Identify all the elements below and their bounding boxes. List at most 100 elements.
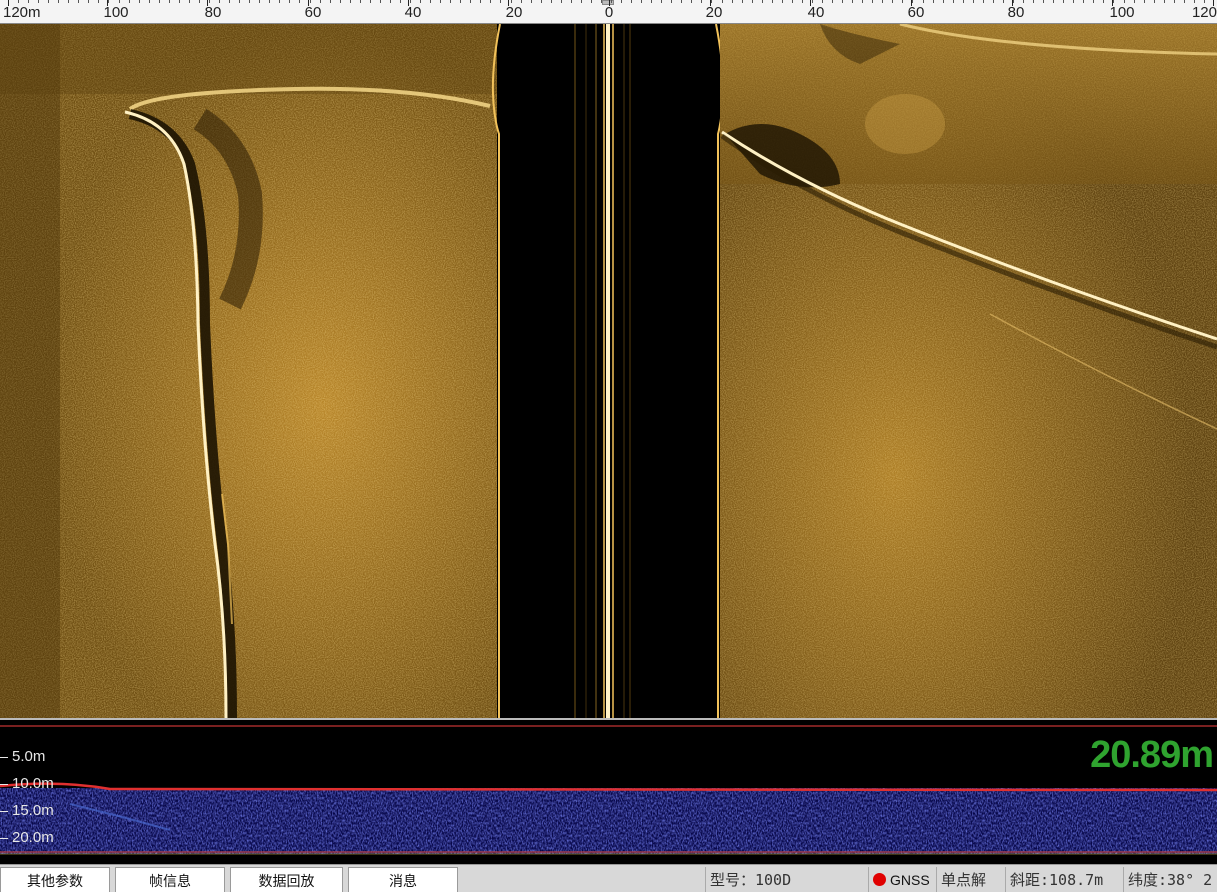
ruler-label: 80 xyxy=(1007,4,1025,21)
ruler-label: 20 xyxy=(505,4,523,21)
ruler-minor-tick xyxy=(18,0,19,3)
ruler-label: 60 xyxy=(907,4,925,21)
ruler-minor-tick xyxy=(551,0,552,3)
ruler-minor-tick xyxy=(28,0,29,3)
ruler-minor-tick xyxy=(350,0,351,3)
ruler-major-tick xyxy=(609,0,610,6)
ruler-minor-tick xyxy=(430,0,431,3)
ruler-minor-tick xyxy=(591,0,592,3)
depth-profile-strip[interactable]: 5.0m 10.0m 15.0m 20.0m 20.89m xyxy=(0,718,1217,864)
ruler-minor-tick xyxy=(299,0,300,3)
ruler-minor-tick xyxy=(862,0,863,3)
ruler-minor-tick xyxy=(88,0,89,3)
model-text: 型号：100D xyxy=(710,871,792,889)
status-slant-range: 斜距:108.7m xyxy=(1005,867,1123,892)
ruler-minor-tick xyxy=(1013,0,1014,3)
ruler-minor-tick xyxy=(511,0,512,3)
ruler-minor-tick xyxy=(521,0,522,3)
ruler-minor-tick xyxy=(953,0,954,3)
slant-range-text: 斜距:108.7m xyxy=(1010,871,1104,889)
ruler-minor-tick xyxy=(1144,0,1145,3)
status-latitude: 纬度:38° 2 xyxy=(1123,867,1217,892)
ruler-minor-tick xyxy=(541,0,542,3)
ruler-major-tick xyxy=(710,0,711,6)
sonar-image xyxy=(0,24,1217,718)
status-solution: 单点解 xyxy=(936,867,1004,892)
ruler-minor-tick xyxy=(943,0,944,3)
ruler-minor-tick xyxy=(631,0,632,3)
ruler-minor-tick xyxy=(500,0,501,3)
ruler-minor-tick xyxy=(149,0,150,3)
ruler-minor-tick xyxy=(440,0,441,3)
ruler-minor-tick xyxy=(802,0,803,3)
ruler-minor-tick xyxy=(1093,0,1094,3)
ruler-minor-tick xyxy=(993,0,994,3)
ruler-label-left-range: 120m xyxy=(3,4,41,21)
ruler-minor-tick xyxy=(822,0,823,3)
ruler-minor-tick xyxy=(209,0,210,3)
ruler-minor-tick xyxy=(892,0,893,3)
ruler-minor-tick xyxy=(169,0,170,3)
ruler-minor-tick xyxy=(360,0,361,3)
ruler-minor-tick xyxy=(460,0,461,3)
ruler-minor-tick xyxy=(219,0,220,3)
tab-messages[interactable]: 消息 xyxy=(348,867,458,892)
status-model: 型号：100D xyxy=(705,867,865,892)
ruler-minor-tick xyxy=(340,0,341,3)
ruler-minor-tick xyxy=(1194,0,1195,3)
ruler-minor-tick xyxy=(1053,0,1054,3)
ruler-minor-tick xyxy=(742,0,743,3)
ruler-minor-tick xyxy=(1073,0,1074,3)
ruler-minor-tick xyxy=(762,0,763,3)
sonar-waterfall-view[interactable] xyxy=(0,24,1217,718)
ruler-major-tick xyxy=(8,0,9,6)
ruler-minor-tick xyxy=(772,0,773,3)
ruler-minor-tick xyxy=(68,0,69,3)
ruler-label: 100 xyxy=(103,4,129,21)
ruler-major-tick xyxy=(1213,0,1214,6)
tab-other-params[interactable]: 其他参数 xyxy=(0,867,110,892)
ruler-minor-tick xyxy=(129,0,130,3)
ruler-minor-tick xyxy=(621,0,622,3)
ruler-minor-tick xyxy=(58,0,59,3)
ruler-minor-tick xyxy=(882,0,883,3)
ruler-label: 40 xyxy=(404,4,422,21)
ruler-minor-tick xyxy=(611,0,612,3)
ruler-minor-tick xyxy=(269,0,270,3)
ruler-minor-tick xyxy=(1154,0,1155,3)
ruler-minor-tick xyxy=(832,0,833,3)
ruler-minor-tick xyxy=(531,0,532,3)
ruler-minor-tick xyxy=(420,0,421,3)
ruler-minor-tick xyxy=(782,0,783,3)
ruler-minor-tick xyxy=(711,0,712,3)
gnss-status-dot-icon xyxy=(873,873,886,886)
tab-frame-info[interactable]: 帧信息 xyxy=(115,867,225,892)
ruler-minor-tick xyxy=(310,0,311,3)
ruler-label: 40 xyxy=(807,4,825,21)
ruler-minor-tick xyxy=(259,0,260,3)
ruler-minor-tick xyxy=(78,0,79,3)
ruler-major-tick xyxy=(207,0,208,6)
ruler-major-tick xyxy=(408,0,409,6)
ruler-minor-tick xyxy=(1023,0,1024,3)
tab-data-playback[interactable]: 数据回放 xyxy=(230,867,343,892)
ruler-minor-tick xyxy=(159,0,160,3)
ruler-major-tick xyxy=(508,0,509,6)
ruler-minor-tick xyxy=(189,0,190,3)
ruler-minor-tick xyxy=(1113,0,1114,3)
ruler-minor-tick xyxy=(380,0,381,3)
ruler-minor-tick xyxy=(973,0,974,3)
ruler-major-tick xyxy=(1012,0,1013,6)
ruler-minor-tick xyxy=(571,0,572,3)
ruler-minor-tick xyxy=(108,0,109,3)
ruler-minor-tick xyxy=(470,0,471,3)
ruler-minor-tick xyxy=(410,0,411,3)
ruler-minor-tick xyxy=(1043,0,1044,3)
ruler-minor-tick xyxy=(1083,0,1084,3)
solution-text: 单点解 xyxy=(941,871,987,889)
ruler-minor-tick xyxy=(661,0,662,3)
latitude-text: 纬度:38° 2 xyxy=(1128,871,1213,889)
ruler-minor-tick xyxy=(179,0,180,3)
ruler-minor-tick xyxy=(812,0,813,3)
ruler-major-tick xyxy=(107,0,108,6)
